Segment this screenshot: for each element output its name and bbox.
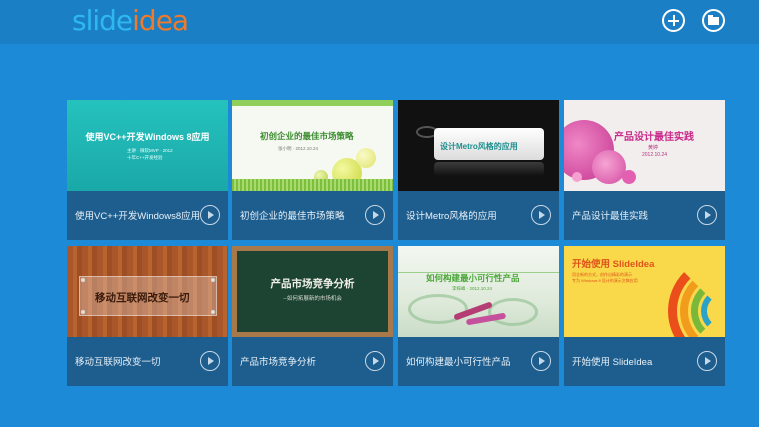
- decorative-circle: [622, 170, 636, 184]
- template-thumbnail: 使用VC++开发Windows 8应用 主讲 · 微软MVP · 2012 十年…: [67, 100, 228, 191]
- bolt-icon: [211, 278, 215, 282]
- panel-reflection: [434, 162, 544, 176]
- template-caption: 移动互联网改变一切: [67, 337, 228, 386]
- template-tile-market-competition[interactable]: 产品市场竞争分析 --如何拓展新的市场机会 产品市场竞争分析: [232, 246, 393, 386]
- decorative-circle: [592, 150, 626, 184]
- template-tile-mvp[interactable]: 如何构建最小可行性产品 李梓峰 · 2012.10.24 如何构建最小可行性产品: [398, 246, 559, 386]
- template-label: 初创企业的最佳市场策略: [240, 211, 345, 222]
- play-icon[interactable]: [200, 351, 220, 371]
- thumbnail-title: 开始使用 SlideIdea: [572, 259, 655, 270]
- template-caption: 使用VC++开发Windows8应用: [67, 191, 228, 240]
- thumbnail-subtitle: 李梓峰 · 2012.10.24: [452, 286, 493, 291]
- template-tile-getting-started[interactable]: 开始使用 SlideIdea 用全新的方式，创作出精彩的演示 专为 Window…: [564, 246, 725, 386]
- template-tile-mobile-internet[interactable]: 移动互联网改变一切 移动互联网改变一切: [67, 246, 228, 386]
- thumbnail-title: 初创企业的最佳市场策略: [260, 131, 354, 141]
- thumbnail-title: 如何构建最小可行性产品: [426, 273, 520, 283]
- thumbnail-subtitle: 主讲 · 微软MVP · 2012: [127, 148, 173, 153]
- template-caption: 如何构建最小可行性产品: [398, 337, 559, 386]
- template-tile-product-design[interactable]: 产品设计最佳实践 黄婷 2012.10.24 产品设计最佳实践: [564, 100, 725, 240]
- template-label: 产品设计最佳实践: [572, 211, 649, 222]
- thumbnail-title: 产品设计最佳实践: [614, 132, 694, 143]
- decorative-circle: [572, 172, 582, 182]
- play-icon[interactable]: [531, 351, 551, 371]
- bolt-icon: [81, 310, 85, 314]
- thumbnail-title: 设计Metro风格的应用: [440, 142, 518, 151]
- thumbnail-title: 移动互联网改变一切: [95, 292, 190, 304]
- template-label: 产品市场竞争分析: [240, 357, 317, 368]
- thumbnail-title: 使用VC++开发Windows 8应用: [85, 132, 210, 142]
- logo-text-slide: slide: [72, 4, 133, 37]
- thumbnail-top-bar: [232, 100, 393, 106]
- template-label: 开始使用 SlideIdea: [572, 357, 653, 368]
- template-thumbnail: 移动互联网改变一切: [67, 246, 228, 337]
- template-thumbnail: 产品设计最佳实践 黄婷 2012.10.24: [564, 100, 725, 191]
- template-thumbnail: 开始使用 SlideIdea 用全新的方式，创作出精彩的演示 专为 Window…: [564, 246, 725, 337]
- blackboard: [237, 251, 388, 332]
- template-caption: 产品市场竞争分析: [232, 337, 393, 386]
- play-icon[interactable]: [365, 205, 385, 225]
- thumbnail-subtitle: 张小明 · 2012.10.24: [278, 146, 319, 151]
- chalk-stroke: [488, 298, 538, 326]
- template-thumbnail: 如何构建最小可行性产品 李梓峰 · 2012.10.24: [398, 246, 559, 337]
- template-caption: 开始使用 SlideIdea: [564, 337, 725, 386]
- template-thumbnail: 产品市场竞争分析 --如何拓展新的市场机会: [232, 246, 393, 337]
- new-presentation-button[interactable]: [662, 9, 685, 32]
- template-label: 使用VC++开发Windows8应用: [75, 211, 201, 222]
- template-thumbnail: 设计Metro风格的应用: [398, 100, 559, 191]
- play-icon[interactable]: [200, 205, 220, 225]
- thumbnail-title: 产品市场竞争分析: [270, 278, 355, 290]
- slideidea-logo: slideidea: [72, 4, 189, 38]
- template-tile-vc-windows8[interactable]: 使用VC++开发Windows 8应用 主讲 · 微软MVP · 2012 十年…: [67, 100, 228, 240]
- template-caption: 产品设计最佳实践: [564, 191, 725, 240]
- template-label: 设计Metro风格的应用: [406, 211, 497, 222]
- template-label: 如何构建最小可行性产品: [406, 357, 511, 368]
- logo-text-idea: idea: [132, 4, 189, 37]
- decorative-ball: [356, 148, 376, 168]
- play-icon[interactable]: [531, 205, 551, 225]
- template-caption: 设计Metro风格的应用: [398, 191, 559, 240]
- play-icon[interactable]: [697, 205, 717, 225]
- bolt-icon: [211, 310, 215, 314]
- template-label: 移动互联网改变一切: [75, 357, 161, 368]
- template-tile-metro-design[interactable]: 设计Metro风格的应用 设计Metro风格的应用: [398, 100, 559, 240]
- folder-icon: [708, 15, 719, 25]
- thumbnail-subtitle: --如何拓展新的市场机会: [283, 296, 342, 302]
- open-folder-button[interactable]: [702, 9, 725, 32]
- play-icon[interactable]: [697, 351, 717, 371]
- play-icon[interactable]: [365, 351, 385, 371]
- thumbnail-subtitle: 十年C++开发经验: [127, 155, 163, 160]
- chalk-stroke: [408, 294, 468, 324]
- bolt-icon: [81, 278, 85, 282]
- thumbnail-subtitle: 专为 Windows 8 设计的演示文稿应用: [572, 278, 638, 283]
- template-thumbnail: 初创企业的最佳市场策略 张小明 · 2012.10.24: [232, 100, 393, 191]
- template-tile-startup-marketing[interactable]: 初创企业的最佳市场策略 张小明 · 2012.10.24 初创企业的最佳市场策略: [232, 100, 393, 240]
- app-bar: slideidea: [0, 0, 759, 44]
- template-caption: 初创企业的最佳市场策略: [232, 191, 393, 240]
- thumbnail-subtitle: 黄婷: [648, 145, 659, 151]
- thumbnail-subtitle: 2012.10.24: [642, 152, 668, 158]
- decorative-grass: [232, 179, 393, 191]
